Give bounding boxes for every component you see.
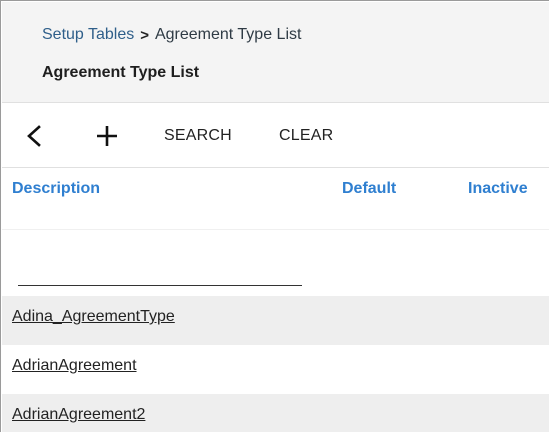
table-row: AdrianAgreement: [2, 345, 549, 394]
description-link[interactable]: Adina_AgreementType: [12, 308, 175, 326]
table-row: AdrianAgreement2: [2, 394, 549, 432]
column-header-description[interactable]: Description: [12, 180, 100, 198]
breadcrumb-setup-tables[interactable]: Setup Tables: [42, 26, 134, 44]
column-header-default[interactable]: Default: [342, 180, 396, 198]
table-body: Adina_AgreementType AdrianAgreement Adri…: [2, 296, 549, 432]
chevron-left-icon: [27, 125, 41, 147]
description-link[interactable]: AdrianAgreement2: [12, 406, 145, 424]
column-header-inactive[interactable]: Inactive: [468, 180, 528, 198]
add-button[interactable]: [95, 103, 129, 169]
description-filter-input[interactable]: [18, 260, 302, 286]
page-frame: Setup Tables > Agreement Type List Agree…: [0, 0, 549, 432]
search-button[interactable]: SEARCH: [164, 103, 232, 169]
breadcrumb-separator: >: [140, 26, 149, 44]
filter-row: [2, 229, 549, 295]
clear-button[interactable]: CLEAR: [279, 103, 333, 169]
page-header: Setup Tables > Agreement Type List Agree…: [2, 2, 549, 102]
page-title: Agreement Type List: [42, 64, 200, 81]
toolbar: SEARCH CLEAR: [2, 102, 549, 168]
breadcrumb-current: Agreement Type List: [154, 26, 302, 43]
table-row: Adina_AgreementType: [2, 296, 549, 345]
description-link[interactable]: AdrianAgreement: [12, 357, 137, 375]
plus-icon: [97, 126, 117, 146]
table-header: Description Default Inactive: [2, 169, 549, 211]
back-button[interactable]: [24, 103, 54, 169]
breadcrumb: Setup Tables > Agreement Type List: [42, 26, 301, 44]
